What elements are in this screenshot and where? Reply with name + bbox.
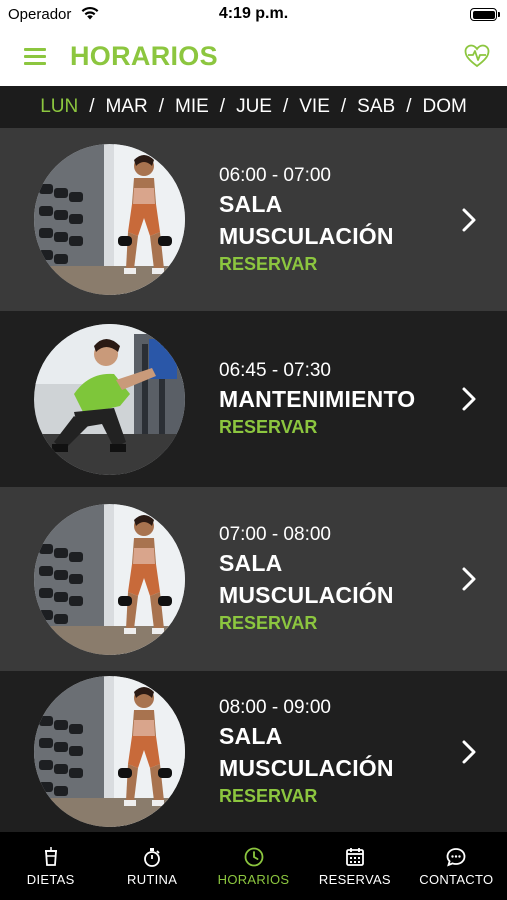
cup-icon	[40, 846, 62, 868]
clock-time: 4:19 p.m.	[218, 5, 289, 22]
day-separator: /	[340, 96, 347, 117]
tab-dietas[interactable]: DIETAS	[0, 832, 101, 900]
clock-icon	[243, 846, 265, 868]
calendar-icon	[344, 846, 366, 868]
day-selector: LUN / MAR / MIE / JUE / VIE / SAB / DOM	[0, 86, 507, 128]
class-time: 07:00 - 08:00	[219, 524, 331, 545]
chevron-right-icon[interactable]	[459, 386, 479, 412]
status-bar: Operador 4:19 p.m.	[0, 0, 507, 30]
class-name-line2: MUSCULACIÓN	[219, 582, 394, 608]
heart-pulse-icon[interactable]	[463, 42, 491, 70]
class-info: 07:00 - 08:00 SALA MUSCULACIÓN RESERVAR	[219, 523, 394, 635]
tab-reservas[interactable]: RESERVAS	[304, 832, 405, 900]
chat-bubble-icon	[445, 846, 467, 868]
class-time: 06:00 - 07:00	[219, 165, 331, 186]
class-name-line2: MUSCULACIÓN	[219, 755, 394, 781]
tab-contacto[interactable]: CONTACTO	[406, 832, 507, 900]
class-name: SALA	[219, 550, 283, 576]
chevron-right-icon[interactable]	[459, 207, 479, 233]
class-time: 06:45 - 07:30	[219, 360, 331, 381]
day-tab-sab[interactable]: SAB	[357, 96, 395, 118]
day-tab-vie[interactable]: VIE	[299, 96, 330, 118]
class-info: 06:45 - 07:30 MANTENIMIENTO RESERVAR	[219, 359, 415, 439]
day-tab-mie[interactable]: MIE	[175, 96, 209, 118]
battery-fill	[472, 10, 495, 19]
class-row[interactable]: 06:00 - 07:00 SALA MUSCULACIÓN RESERVAR	[0, 128, 507, 311]
tab-rutina[interactable]: RUTINA	[101, 832, 202, 900]
bottom-tab-bar: DIETAS RUTINA HORARIOS RESERVAS CONTACTO	[0, 832, 507, 900]
class-image	[34, 324, 185, 475]
day-tab-lun[interactable]: LUN	[40, 96, 78, 118]
class-info: 06:00 - 07:00 SALA MUSCULACIÓN RESERVAR	[219, 164, 394, 276]
class-row[interactable]: 07:00 - 08:00 SALA MUSCULACIÓN RESERVAR	[0, 487, 507, 671]
app-header: HORARIOS	[0, 30, 507, 86]
class-info: 08:00 - 09:00 SALA MUSCULACIÓN RESERVAR	[219, 696, 394, 808]
class-name: MANTENIMIENTO	[219, 386, 416, 412]
reserve-button[interactable]: RESERVAR	[219, 252, 394, 276]
day-separator: /	[406, 96, 412, 117]
class-image	[34, 144, 185, 295]
class-name: SALA	[219, 723, 283, 749]
chevron-right-icon[interactable]	[459, 739, 479, 765]
class-row[interactable]: 08:00 - 09:00 SALA MUSCULACIÓN RESERVAR	[0, 671, 507, 832]
class-time: 08:00 - 09:00	[219, 697, 331, 718]
reserve-button[interactable]: RESERVAR	[219, 415, 415, 439]
class-image	[34, 504, 185, 655]
day-tab-jue[interactable]: JUE	[236, 96, 272, 118]
day-separator: /	[282, 96, 289, 117]
tab-label: RESERVAS	[318, 871, 391, 887]
tab-label: DIETAS	[26, 871, 75, 887]
day-separator: /	[158, 96, 164, 117]
tab-horarios[interactable]: HORARIOS	[203, 832, 304, 900]
chevron-right-icon[interactable]	[459, 566, 479, 592]
tab-label: RUTINA	[127, 871, 178, 887]
day-tab-mar[interactable]: MAR	[105, 96, 147, 118]
battery-icon	[470, 8, 500, 21]
class-image	[34, 676, 185, 827]
class-row[interactable]: 06:45 - 07:30 MANTENIMIENTO RESERVAR	[0, 311, 507, 487]
day-separator: /	[219, 96, 226, 117]
tab-label: HORARIOS	[217, 871, 290, 887]
class-name-line2: MUSCULACIÓN	[219, 223, 394, 249]
day-separator: /	[89, 96, 95, 117]
reserve-button[interactable]: RESERVAR	[219, 611, 394, 635]
class-list: 06:00 - 07:00 SALA MUSCULACIÓN RESERVAR 06:…	[0, 128, 507, 832]
day-tab-dom[interactable]: DOM	[422, 96, 466, 118]
hamburger-menu-icon[interactable]	[24, 48, 46, 66]
stopwatch-icon	[141, 846, 163, 868]
reserve-button[interactable]: RESERVAR	[219, 784, 394, 808]
page-title: HORARIOS	[70, 41, 218, 71]
tab-label: CONTACTO	[419, 871, 494, 887]
class-name: SALA	[219, 191, 283, 217]
